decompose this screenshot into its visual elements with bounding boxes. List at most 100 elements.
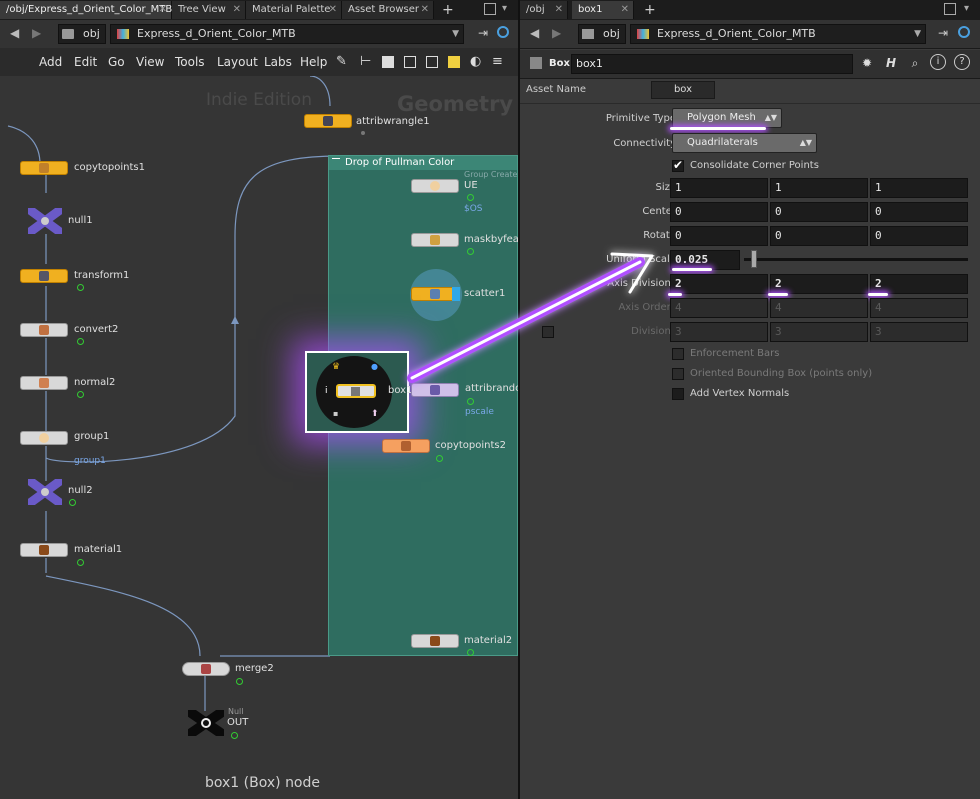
consolidate-checkbox[interactable]: ✔ xyxy=(672,158,684,172)
menu-tools[interactable]: Tools xyxy=(175,55,205,69)
gear-icon[interactable]: ✹ xyxy=(858,54,876,72)
size-x-field[interactable]: 1 xyxy=(670,178,768,198)
display-flag[interactable] xyxy=(452,287,460,301)
close-icon[interactable]: ✕ xyxy=(233,1,241,19)
sticky-note-icon[interactable] xyxy=(448,56,460,68)
pin-icon[interactable]: ⇥ xyxy=(938,26,948,40)
connectivity-dropdown[interactable]: Quadrilaterals ▲▼ xyxy=(672,133,817,153)
node-attribwrangle1[interactable] xyxy=(304,114,352,128)
node-convert2[interactable] xyxy=(20,323,68,337)
axis-divisions-y-field[interactable]: 2 xyxy=(770,274,868,294)
asset-name-button[interactable]: box xyxy=(651,81,715,99)
size-z-field[interactable]: 1 xyxy=(870,178,968,198)
close-icon[interactable]: ✕ xyxy=(555,1,563,19)
node-merge2[interactable] xyxy=(182,662,230,676)
network-path-field[interactable]: Express_d_Orient_Color_MTB ▼ xyxy=(630,24,926,44)
menu-labs[interactable]: Labs xyxy=(264,55,292,69)
node-box1[interactable] xyxy=(336,384,376,398)
menu-edit[interactable]: Edit xyxy=(74,55,97,69)
add-tab-button[interactable]: + xyxy=(436,1,456,19)
axis-divisions-x-field[interactable]: 2 xyxy=(670,274,768,294)
node-transform1[interactable] xyxy=(20,269,68,283)
close-icon[interactable]: ✕ xyxy=(159,1,167,19)
collapse-icon[interactable] xyxy=(332,158,340,159)
tab-material-palette[interactable]: Material Palette ✕ xyxy=(246,1,342,19)
close-icon[interactable]: ✕ xyxy=(621,1,629,19)
bypass-icon[interactable]: ♛ xyxy=(332,362,340,372)
rotate-y-field[interactable]: 0 xyxy=(770,226,868,246)
close-icon[interactable]: ✕ xyxy=(329,1,337,19)
link-icon[interactable] xyxy=(958,26,970,38)
forward-arrow-icon[interactable]: ▶ xyxy=(32,26,41,40)
palette-icon[interactable]: ◐ xyxy=(470,54,481,69)
center-x-field[interactable]: 0 xyxy=(670,202,768,222)
wrench-icon[interactable]: ✎ xyxy=(336,54,347,69)
center-z-field[interactable]: 0 xyxy=(870,202,968,222)
network-canvas[interactable]: Indie Edition Geometry Drop of Pullman C… xyxy=(0,76,518,799)
add-tab-button[interactable]: + xyxy=(638,1,658,19)
info-icon[interactable]: i xyxy=(930,54,946,70)
search-icon[interactable]: ⌕ xyxy=(906,54,924,72)
node-out[interactable] xyxy=(185,707,227,739)
tab-asset-browser[interactable]: Asset Browser ✕ xyxy=(342,1,434,19)
node-material2[interactable] xyxy=(411,634,459,648)
center-y-field[interactable]: 0 xyxy=(770,202,868,222)
axis-divisions-z-field[interactable]: 2 xyxy=(870,274,968,294)
node-group1[interactable] xyxy=(20,431,68,445)
tree-icon[interactable]: ⊢ xyxy=(360,54,371,69)
node-name-field[interactable]: box1 xyxy=(571,54,853,74)
lock-icon[interactable]: ▪ xyxy=(333,409,338,418)
help-icon[interactable]: ? xyxy=(954,54,970,70)
enforcement-bars-checkbox[interactable] xyxy=(672,348,684,360)
node-ue[interactable] xyxy=(411,179,459,193)
oriented-bbox-checkbox[interactable] xyxy=(672,368,684,380)
node-copytopoints1[interactable] xyxy=(20,161,68,175)
tab-box1[interactable]: box1 ✕ xyxy=(572,1,634,19)
template-icon[interactable]: ⬆ xyxy=(371,409,379,419)
back-arrow-icon[interactable]: ◀ xyxy=(530,26,539,40)
node-maskbyfeat[interactable] xyxy=(411,233,459,247)
rotate-z-field[interactable]: 0 xyxy=(870,226,968,246)
node-null2[interactable] xyxy=(25,476,65,508)
network-path-field[interactable]: Express_d_Orient_Color_MTB ▼ xyxy=(110,24,464,44)
tab-network[interactable]: /obj/Express_d_Orient_Color_MTB ✕ xyxy=(0,1,172,19)
tab-obj[interactable]: /obj ✕ xyxy=(520,1,568,19)
chevron-down-icon[interactable]: ▼ xyxy=(914,25,921,43)
node-attribrando[interactable] xyxy=(411,383,459,397)
close-icon[interactable]: ✕ xyxy=(421,1,429,19)
info-icon[interactable]: i xyxy=(325,386,328,396)
forward-arrow-icon[interactable]: ▶ xyxy=(552,26,561,40)
display-options-icon[interactable]: ≡ xyxy=(492,54,503,69)
pane-menu-icon[interactable]: ▾ xyxy=(964,3,969,14)
maximize-icon[interactable] xyxy=(944,3,956,15)
menu-go[interactable]: Go xyxy=(108,55,125,69)
uniform-scale-slider-track[interactable] xyxy=(744,258,968,261)
maximize-icon[interactable] xyxy=(484,3,496,15)
node-material1[interactable] xyxy=(20,543,68,557)
chevron-down-icon[interactable]: ▼ xyxy=(452,25,459,43)
menu-help[interactable]: Help xyxy=(300,55,327,69)
pane-menu-icon[interactable]: ▾ xyxy=(502,3,507,14)
help-h-icon[interactable]: H xyxy=(882,54,900,72)
node-null1[interactable] xyxy=(25,205,65,237)
box-node-highlight[interactable]: i ♛ ● ▪ ⬆ box1 xyxy=(305,351,412,433)
list-view-icon[interactable] xyxy=(382,56,394,68)
back-arrow-icon[interactable]: ◀ xyxy=(10,26,19,40)
node-normal2[interactable] xyxy=(20,376,68,390)
uniform-scale-field[interactable]: 0.025 xyxy=(670,250,740,270)
size-y-field[interactable]: 1 xyxy=(770,178,868,198)
menu-add[interactable]: Add xyxy=(39,55,62,69)
link-icon[interactable] xyxy=(497,26,509,38)
add-vertex-normals-checkbox[interactable] xyxy=(672,388,684,400)
node-copytopoints2[interactable] xyxy=(382,439,430,453)
display-icon[interactable]: ● xyxy=(371,362,378,371)
primitive-type-dropdown[interactable]: Polygon Mesh ▲▼ xyxy=(672,108,782,128)
network-box-icon[interactable] xyxy=(426,56,438,68)
divisions-toggle[interactable] xyxy=(542,326,554,338)
menu-layout[interactable]: Layout xyxy=(217,55,258,69)
uniform-scale-slider-handle[interactable] xyxy=(750,250,757,268)
rotate-x-field[interactable]: 0 xyxy=(670,226,768,246)
pin-icon[interactable]: ⇥ xyxy=(478,26,488,40)
menu-view[interactable]: View xyxy=(136,55,164,69)
tab-tree-view[interactable]: Tree View ✕ xyxy=(172,1,246,19)
